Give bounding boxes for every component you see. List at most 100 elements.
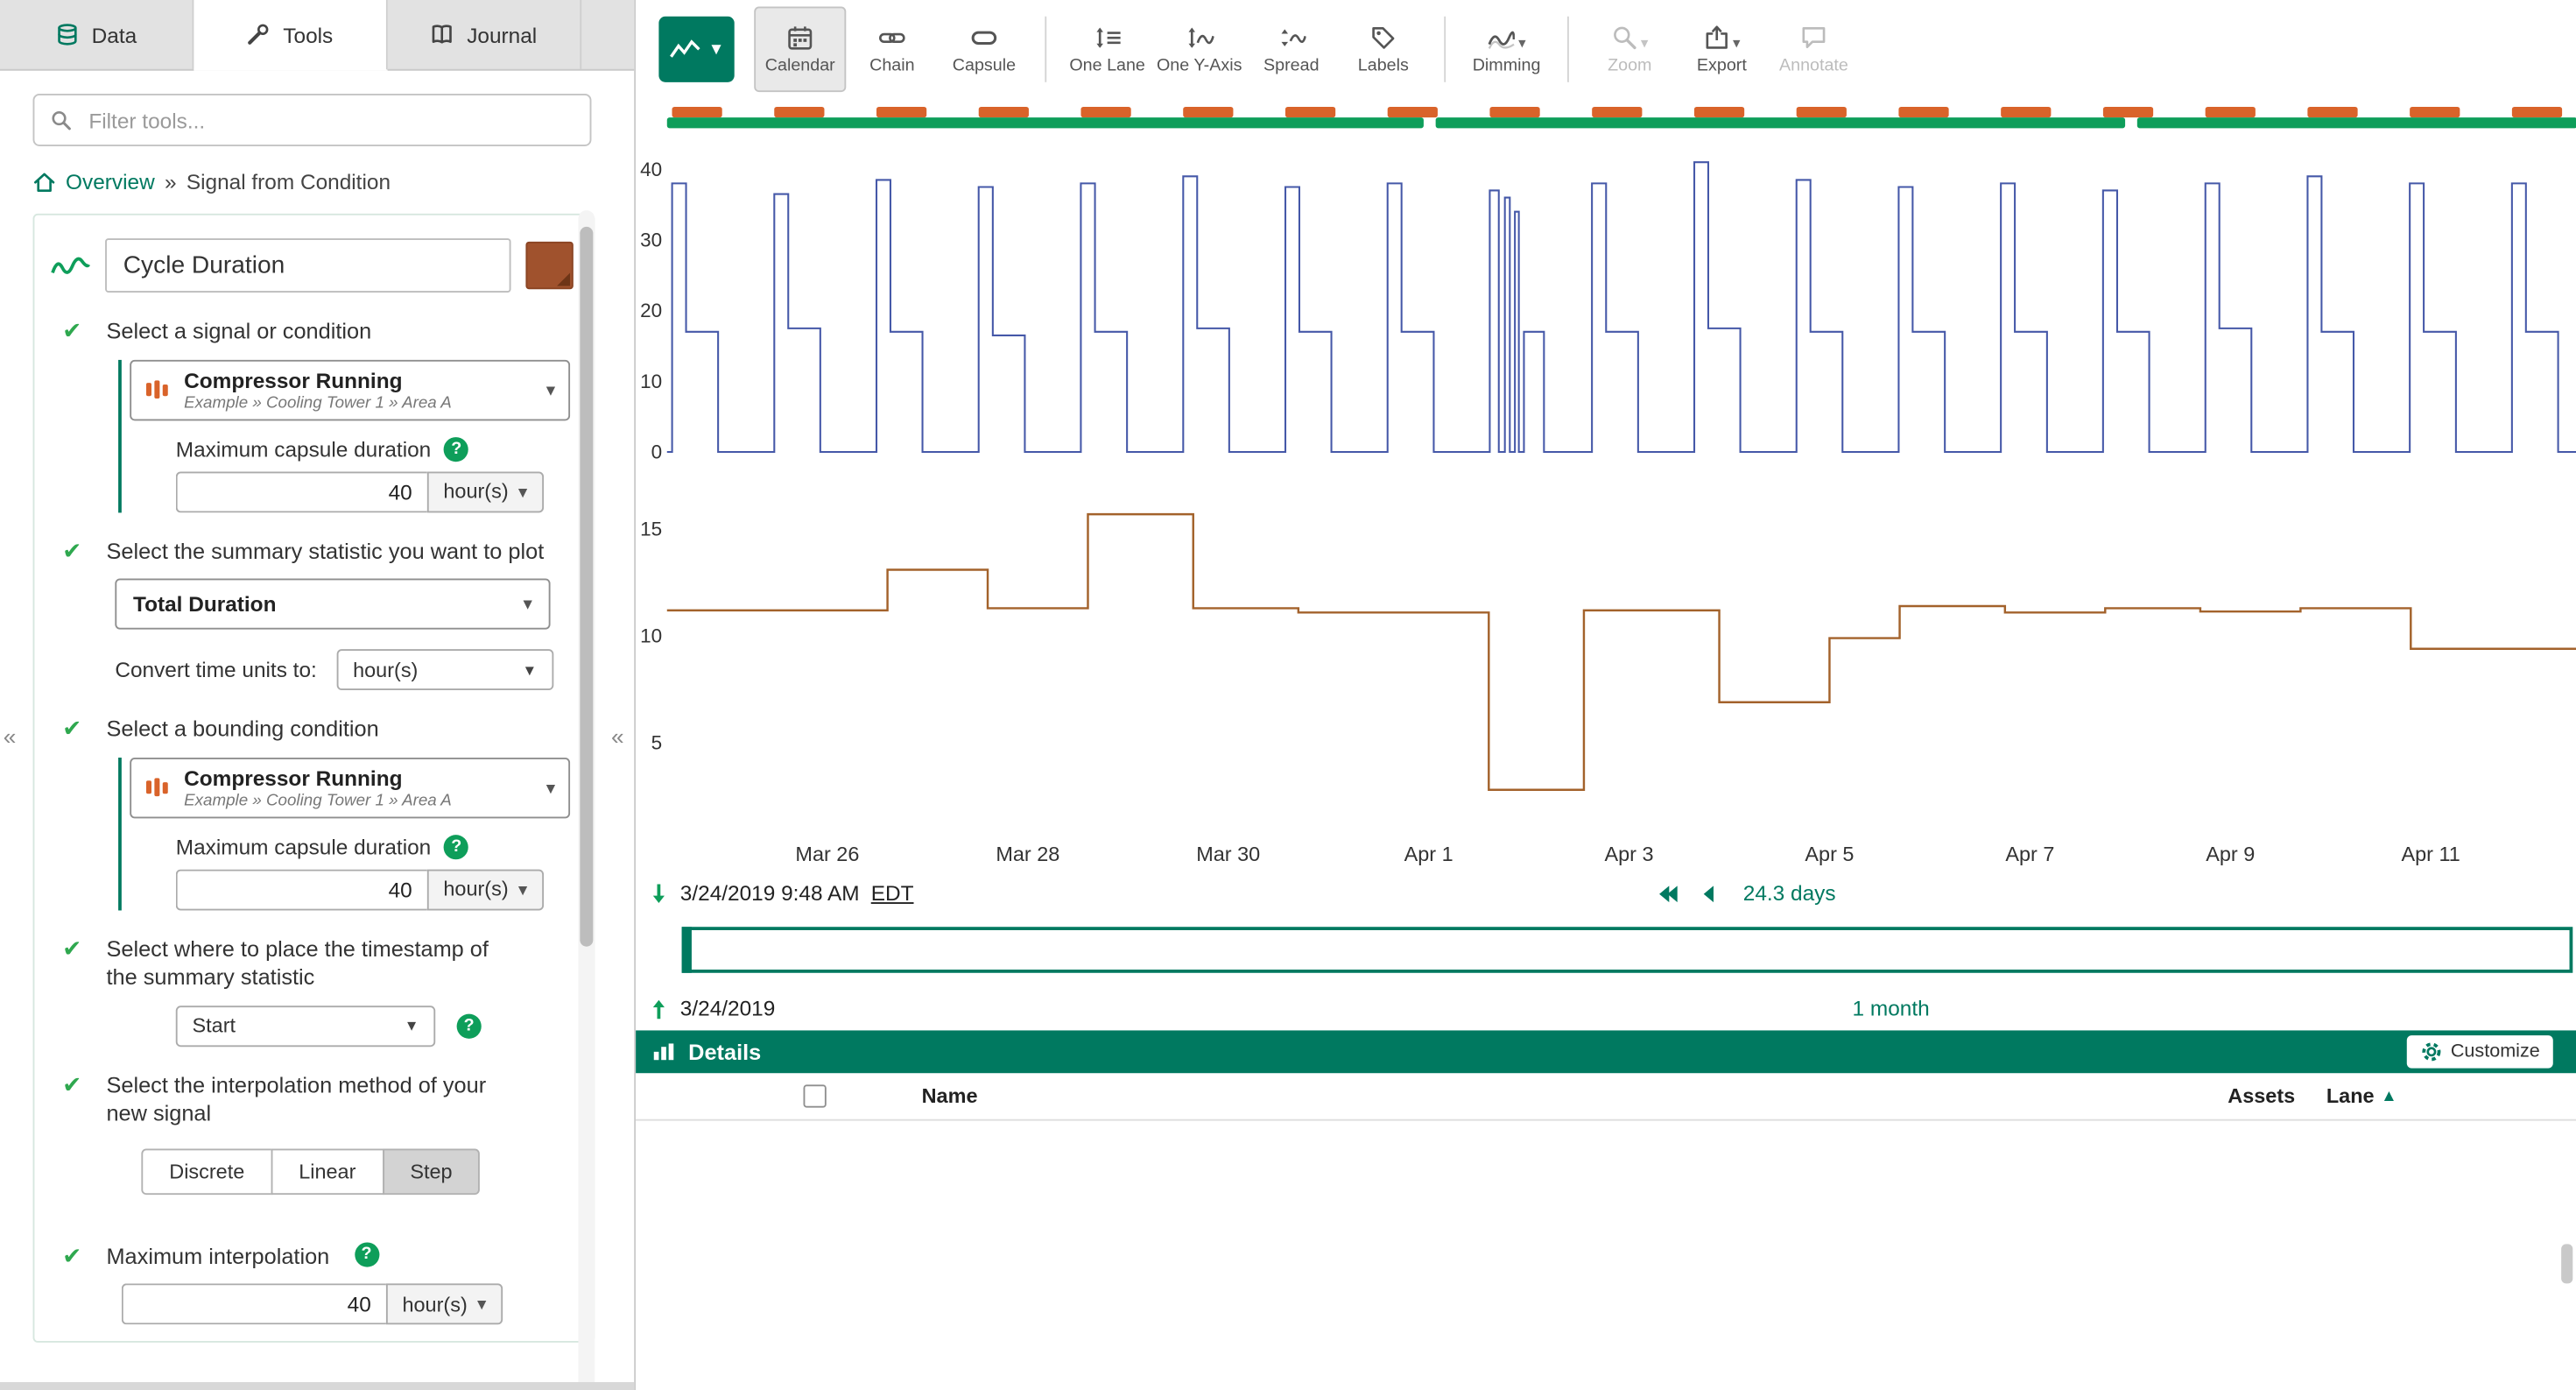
check-icon: ✔ <box>62 935 81 963</box>
bounding-max-capsule-unit-dropdown[interactable]: hour(s) ▾ <box>427 869 544 910</box>
capsule-compressor-running <box>1489 107 1539 117</box>
bounding-max-capsule-input[interactable] <box>176 869 427 910</box>
max-capsule-label: Maximum capsule duration <box>176 436 432 461</box>
step-back-icon[interactable] <box>1697 882 1717 905</box>
series-cycle-duration <box>667 514 2576 790</box>
result-name-input[interactable]: Cycle Duration <box>105 238 510 293</box>
investigate-range-start[interactable]: 3/24/2019 <box>680 996 776 1020</box>
max-interp-unit-dropdown[interactable]: hour(s) ▾ <box>386 1284 503 1325</box>
help-icon[interactable]: ? <box>354 1242 378 1267</box>
interpolation-button-group: Discrete Linear Step <box>141 1148 480 1195</box>
toolbar-button-one-y-axis[interactable]: One Y-Axis <box>1153 7 1245 93</box>
interp-section-label: Select the interpolation method of your … <box>106 1071 517 1129</box>
convert-units-select[interactable]: hour(s) ▼ <box>336 649 553 690</box>
check-icon: ✔ <box>62 1242 81 1270</box>
x-axis-tick: Apr 9 <box>2206 843 2255 865</box>
color-swatch-button[interactable] <box>525 242 573 289</box>
tab-journal-label: Journal <box>467 22 537 46</box>
max-capsule-unit-dropdown[interactable]: hour(s) ▾ <box>427 471 544 512</box>
capsule-compressor-running <box>1694 107 1744 117</box>
collapse-panel-icon[interactable]: « <box>611 723 624 750</box>
column-lane-header[interactable]: Lane <box>2326 1084 2375 1107</box>
details-scrollbar[interactable] <box>2561 1244 2572 1283</box>
step-back-double-icon[interactable] <box>1654 882 1680 905</box>
y-axis-tick: 10 <box>640 625 662 647</box>
x-axis-tick: Mar 28 <box>996 843 1059 865</box>
chevron-down-icon: ▼ <box>708 40 725 59</box>
one-lane-icon <box>1094 23 1122 51</box>
toolbar-button-export[interactable]: ▾Export <box>1676 7 1768 93</box>
statistic-select[interactable]: Total Duration ▾ <box>115 579 550 630</box>
customize-label: Customize <box>2451 1042 2540 1062</box>
breadcrumb-current: Signal from Condition <box>187 169 391 194</box>
breadcrumb-overview-link[interactable]: Overview <box>66 169 155 194</box>
chevron-down-icon: ▾ <box>546 777 555 798</box>
toolbar-button-annotate: Annotate <box>1768 7 1860 93</box>
toolbar-button-dimming[interactable]: ▾Dimming <box>1460 7 1552 93</box>
tab-tools[interactable]: Tools <box>194 0 387 71</box>
toolbar-button-chain[interactable]: Chain <box>846 7 938 93</box>
toolbar-button-one-lane[interactable]: One Lane <box>1061 7 1153 93</box>
help-icon[interactable]: ? <box>444 436 468 461</box>
dimming-icon: ▾ <box>1487 23 1525 51</box>
filter-tools-input[interactable] <box>86 106 575 134</box>
interp-discrete-button[interactable]: Discrete <box>141 1148 272 1195</box>
book-icon <box>431 23 454 46</box>
statistic-value: Total Duration <box>133 592 277 617</box>
range-navigation: 24.3 days <box>1654 881 1924 906</box>
select-all-checkbox[interactable] <box>804 1084 827 1107</box>
home-icon[interactable] <box>33 170 56 193</box>
collapse-sidebar-icon[interactable]: « <box>4 723 17 750</box>
help-icon[interactable]: ? <box>457 1013 482 1038</box>
max-interp-input[interactable] <box>122 1284 386 1325</box>
toolbar-separator <box>1444 17 1446 82</box>
tab-journal[interactable]: Journal <box>388 0 581 69</box>
signal-from-condition-form: Cycle Duration ✔ Select a signal or cond… <box>33 214 595 1344</box>
y-axis-tick: 0 <box>651 441 663 462</box>
capsule-compressor-running <box>876 107 926 117</box>
stat-section-label: Select the summary statistic you want to… <box>106 537 544 566</box>
display-range-start[interactable]: 3/24/2019 9:48 AM <box>680 881 860 906</box>
zoom-icon: ▾ <box>1611 23 1648 51</box>
column-assets-header[interactable]: Assets <box>2228 1084 2326 1107</box>
capsule-compressor-running <box>1388 107 1438 117</box>
max-capsule-input[interactable] <box>176 471 427 512</box>
timeline-selected-range[interactable] <box>682 927 2573 973</box>
y-axis-tick: 30 <box>640 229 662 250</box>
sidebar-scrollbar[interactable] <box>578 210 595 1390</box>
trend-chart[interactable]: 01020304051015Mar 26Mar 28Mar 30Apr 1Apr… <box>636 102 2576 874</box>
breadcrumb: Overview » Signal from Condition <box>33 169 602 194</box>
toolbar-button-calendar[interactable]: Calendar <box>754 7 846 93</box>
toolbar-button-capsule[interactable]: Capsule <box>938 7 1030 93</box>
signal-select[interactable]: Compressor Running Example » Cooling Tow… <box>130 359 570 420</box>
display-range-duration[interactable]: 24.3 days <box>1743 881 1836 906</box>
chevron-down-icon: ▾ <box>524 594 532 615</box>
bounding-condition-select[interactable]: Compressor Running Example » Cooling Tow… <box>130 757 570 817</box>
interp-step-button[interactable]: Step <box>382 1148 480 1195</box>
display-range-row: 3/24/2019 9:48 AM EDT 24.3 days <box>636 878 2576 921</box>
chart-type-dropdown[interactable]: ▼ <box>658 17 734 82</box>
investigate-range-duration[interactable]: 1 month <box>1853 996 1930 1020</box>
breadcrumb-separator: » <box>165 169 177 194</box>
signal-icon <box>51 250 90 280</box>
toolbar-button-labels[interactable]: Labels <box>1337 7 1429 93</box>
chevron-down-icon: ▾ <box>518 878 527 900</box>
help-icon[interactable]: ? <box>444 834 468 858</box>
timezone-link[interactable]: EDT <box>871 881 914 906</box>
column-name-header[interactable]: Name <box>922 1084 978 1107</box>
trend-toolbar: ▼ CalendarChainCapsule One LaneOne Y-Axis… <box>636 0 2576 99</box>
capsule-compressor-running <box>2410 107 2460 117</box>
y-axis-tick: 20 <box>640 300 662 321</box>
capsule-compressor-running <box>672 107 722 117</box>
capsule-compressor-running <box>774 107 824 117</box>
interp-linear-button[interactable]: Linear <box>271 1148 384 1195</box>
chevron-down-icon: ▼ <box>405 1018 419 1034</box>
x-axis-tick: Apr 5 <box>1805 843 1854 865</box>
timeline-range-start-handle[interactable] <box>682 927 692 973</box>
toolbar-button-spread[interactable]: Spread <box>1245 7 1337 93</box>
tab-data[interactable]: Data <box>0 0 194 69</box>
scrollbar-thumb[interactable] <box>580 227 593 947</box>
customize-button[interactable]: Customize <box>2406 1035 2553 1069</box>
timestamp-select[interactable]: Start ▼ <box>176 1005 435 1047</box>
capsule-compressor-running <box>1898 107 1948 117</box>
